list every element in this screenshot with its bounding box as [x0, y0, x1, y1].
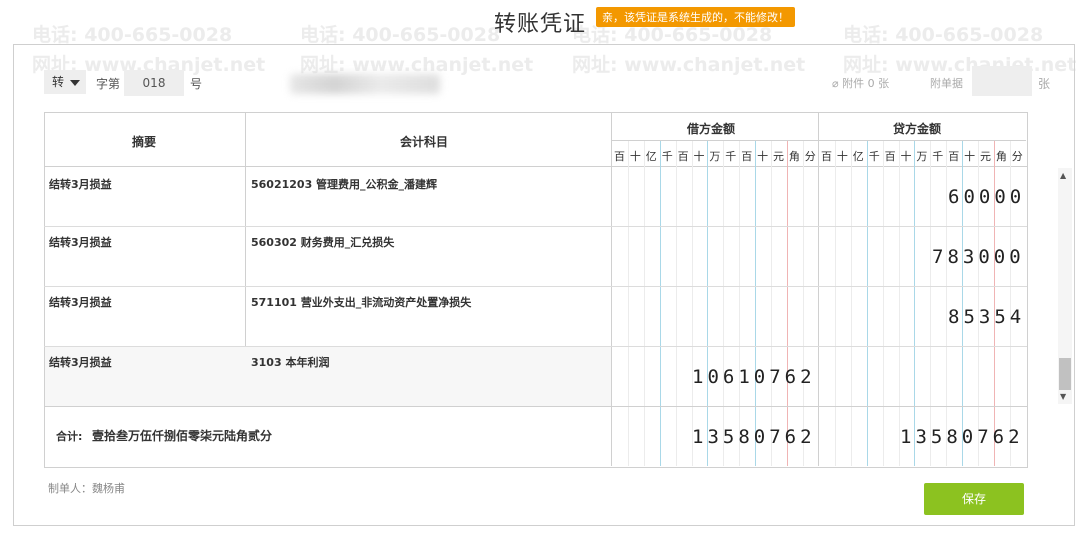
row-account: 56021203 管理费用_公积金_潘建辉	[251, 178, 438, 191]
digit-unit-label: 十	[693, 150, 705, 163]
digit-unit-label: 元	[980, 150, 991, 163]
row-credit-amount: 783000	[932, 246, 1025, 268]
row-account: 571101 营业外支出_非流动资产处置净损失	[251, 296, 472, 309]
digit-gridline	[867, 141, 868, 466]
attach-doc-label: 附单据	[930, 77, 963, 90]
digit-unit-label: 百	[884, 150, 896, 163]
digit-unit-label: 千	[868, 150, 880, 163]
attach-doc-count-input[interactable]	[972, 66, 1032, 96]
total-debit-amount: 13580762	[692, 426, 816, 448]
attachment-label: 附件 0 张	[842, 77, 890, 90]
maker-label: 制单人：魏杨甫	[48, 482, 125, 495]
row-account: 560302 财务费用_汇兑损失	[251, 236, 395, 249]
scroll-up-icon[interactable]: ▲	[1060, 171, 1066, 180]
watermark-phone: 电话: 400-665-0028	[300, 24, 501, 46]
digit-unit-label: 分	[804, 150, 816, 163]
digit-gridline	[660, 141, 661, 466]
digit-gridline	[723, 141, 724, 466]
digit-unit-label: 十	[757, 150, 769, 163]
digit-gridline	[835, 141, 836, 466]
digit-unit-label: 角	[995, 150, 1007, 163]
digit-gridline	[787, 141, 788, 466]
row-divider	[44, 286, 1027, 287]
row-summary: 结转3月损益	[49, 178, 112, 191]
row-credit-amount: 60000	[948, 186, 1026, 208]
digit-unit-label: 十	[836, 150, 848, 163]
digit-gridline	[644, 141, 645, 466]
header-debit: 借方金额	[687, 122, 736, 136]
digit-unit-label: 千	[661, 150, 673, 163]
digit-gridline	[803, 141, 804, 466]
header-account: 会计科目	[400, 135, 449, 149]
paperclip-icon: ⌀	[832, 77, 843, 90]
digit-unit-label: 亿	[645, 150, 657, 163]
row-summary: 结转3月损益	[49, 236, 112, 249]
chevron-down-icon	[70, 80, 80, 86]
page-title: 转账凭证	[494, 12, 587, 37]
row-divider	[44, 406, 1027, 407]
digit-unit-label: 十	[964, 150, 976, 163]
digit-unit-label: 百	[677, 150, 689, 163]
digit-unit-label: 百	[821, 150, 832, 163]
digit-unit-label: 分	[1011, 150, 1023, 163]
total-credit-amount: 13580762	[900, 426, 1024, 448]
total-amount-words: 壹拾叁万伍仟捌佰零柒元陆角贰分	[92, 429, 273, 443]
digit-unit-label: 亿	[852, 150, 864, 163]
row-summary: 结转3月损益	[49, 296, 112, 309]
digit-gridline	[930, 141, 931, 466]
digit-gridline	[628, 141, 629, 466]
digit-gridline	[707, 141, 708, 466]
hao-label: 号	[190, 77, 203, 91]
digit-gridline	[771, 141, 772, 466]
row-divider	[44, 226, 1027, 227]
row-summary: 结转3月损益	[49, 356, 112, 369]
date-field-blurred[interactable]	[290, 74, 440, 94]
zhang-label: 张	[1038, 77, 1051, 91]
digit-unit-label: 百	[741, 150, 753, 163]
header-divider	[611, 140, 1026, 141]
save-button[interactable]: 保存	[924, 483, 1024, 515]
zi-label: 字第	[96, 77, 121, 91]
digit-gridline	[851, 141, 852, 466]
digit-gridline	[883, 141, 884, 466]
digit-unit-label: 十	[900, 150, 912, 163]
header-credit: 贷方金额	[893, 122, 942, 136]
digit-gridline	[739, 141, 740, 466]
digit-gridline	[692, 141, 693, 466]
row-debit-amount: 10610762	[692, 366, 816, 388]
watermark-phone: 电话: 400-665-0028	[843, 24, 1044, 46]
digit-gridline	[676, 141, 677, 466]
digit-gridline	[914, 141, 915, 466]
voucher-type-select[interactable]: 转	[44, 70, 86, 94]
digit-gridline	[946, 141, 947, 466]
header-summary: 摘要	[132, 135, 157, 149]
digit-unit-label: 千	[932, 150, 944, 163]
watermark-phone: 电话: 400-665-0028	[32, 24, 233, 46]
digit-unit-label: 十	[629, 150, 641, 163]
digit-unit-label: 千	[725, 150, 737, 163]
row-credit-amount: 85354	[948, 306, 1026, 328]
voucher-number-input[interactable]: 018	[124, 70, 184, 96]
voucher-type-value: 转	[52, 75, 65, 89]
total-label: 合计:	[56, 430, 83, 443]
readonly-notice-badge: 亲，该凭证是系统生成的，不能修改！	[596, 7, 795, 27]
attachment-link[interactable]: ⌀ 附件 0 张	[832, 75, 889, 91]
digit-unit-label: 万	[916, 150, 928, 163]
digit-unit-label: 万	[709, 150, 721, 163]
digit-unit-label: 百	[948, 150, 960, 163]
header-bottom-border	[44, 166, 1027, 167]
digit-unit-label: 元	[773, 150, 784, 163]
digit-gridline	[755, 141, 756, 466]
row-account: 3103 本年利润	[251, 356, 330, 369]
scroll-down-icon[interactable]: ▼	[1060, 392, 1066, 401]
scrollbar-thumb[interactable]	[1059, 358, 1071, 390]
digit-gridline	[899, 141, 900, 466]
digit-unit-label: 百	[614, 150, 625, 163]
digit-unit-label: 角	[788, 150, 800, 163]
